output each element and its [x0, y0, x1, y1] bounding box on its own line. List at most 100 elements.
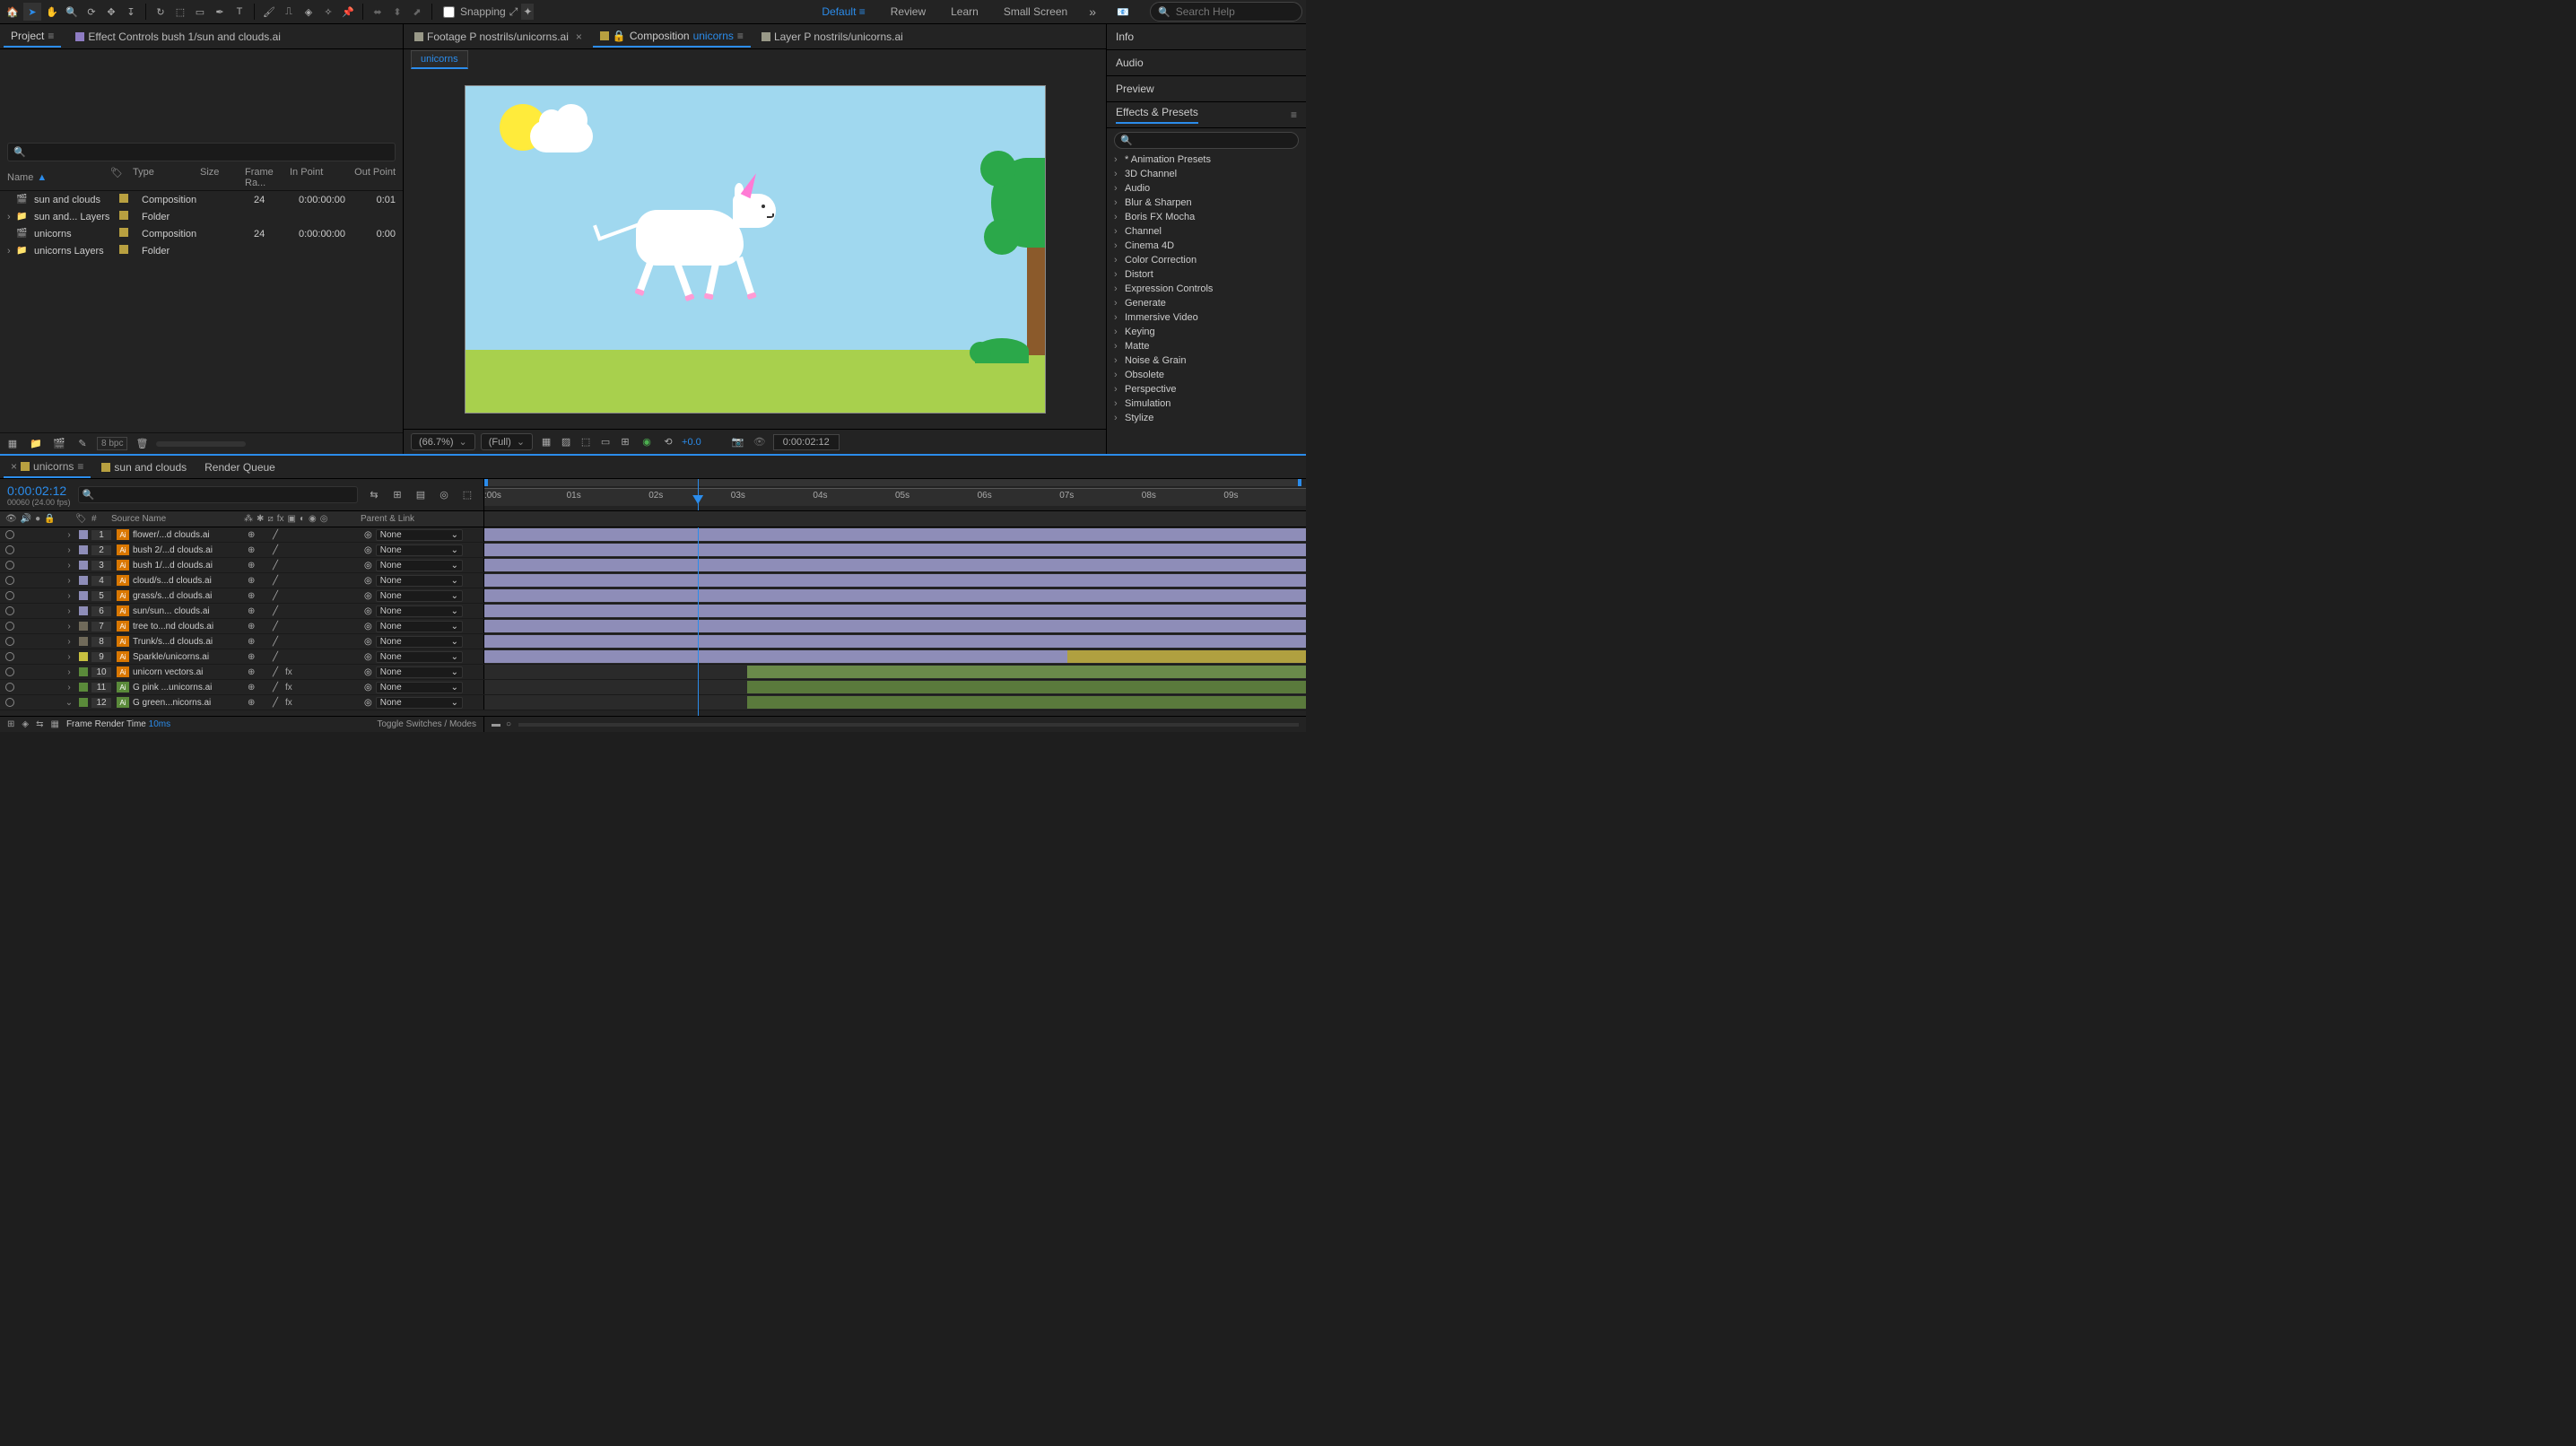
switch-icon[interactable]: ╱	[273, 545, 282, 555]
layer-bar-area[interactable]	[484, 665, 1306, 679]
color-tag-icon[interactable]	[119, 211, 128, 220]
tag-col-icon[interactable]: 🏷	[75, 514, 91, 524]
col-name[interactable]: Name	[7, 172, 33, 183]
switch-icon[interactable]: ⊕	[248, 561, 257, 571]
pickwhip-icon[interactable]: ◎	[364, 561, 372, 571]
switch-icon[interactable]: ⊕	[248, 637, 257, 647]
grid-icon[interactable]: ▭	[597, 435, 614, 449]
switch-icon[interactable]: ⊕	[248, 530, 257, 540]
eraser-tool-icon[interactable]: ◈	[300, 3, 318, 21]
channel-icon[interactable]: ⊞	[617, 435, 633, 449]
project-row[interactable]: ›📁sun and... LayersFolder	[0, 208, 403, 225]
col-parent[interactable]: Parent & Link	[361, 514, 459, 524]
switch-icon[interactable]: ⊕	[248, 545, 257, 555]
folder-icon[interactable]: 📁	[27, 435, 45, 453]
layer-color-label[interactable]	[79, 637, 88, 646]
twirl-icon[interactable]: ›	[63, 545, 75, 555]
tab-effect-controls[interactable]: Effect Controls bush 1/sun and clouds.ai	[68, 27, 288, 47]
clone-tool-icon[interactable]: ⎍	[280, 3, 298, 21]
pickwhip-icon[interactable]: ◎	[364, 591, 372, 601]
visibility-toggle[interactable]	[5, 637, 14, 646]
twirl-icon[interactable]: ›	[63, 576, 75, 586]
visibility-toggle[interactable]	[5, 545, 14, 554]
layer-name[interactable]: grass/s...d clouds.ai	[133, 591, 248, 601]
twirl-icon[interactable]: ›	[63, 652, 75, 662]
color-tag-icon[interactable]	[119, 228, 128, 237]
project-search[interactable]: 🔍	[7, 143, 396, 161]
switch-icon[interactable]: ⊕	[248, 667, 257, 677]
orbit-tool-icon[interactable]: ⟳	[83, 3, 100, 21]
effect-category[interactable]: ›Immersive Video	[1107, 310, 1306, 325]
visibility-toggle[interactable]	[5, 652, 14, 661]
resolution-dropdown[interactable]: (Full)⌄	[481, 433, 533, 450]
switch-icon[interactable]: ⊕	[248, 698, 257, 708]
tab-effects-presets[interactable]: Effects & Presets≡	[1107, 102, 1306, 128]
layer-bar-area[interactable]	[484, 543, 1306, 557]
timeline-search[interactable]: 🔍	[78, 486, 358, 503]
tab-project[interactable]: Project ≡	[4, 26, 61, 48]
timeline-tab-sunclouds[interactable]: sun and clouds	[94, 457, 194, 477]
workspace-default[interactable]: Default ≡	[818, 5, 868, 18]
toggle-switches-icon2[interactable]: ◈	[22, 719, 29, 729]
twirl-icon[interactable]: ›	[63, 591, 75, 601]
layer-bar-area[interactable]	[484, 588, 1306, 603]
timeline-tab-renderqueue[interactable]: Render Queue	[197, 457, 283, 477]
snapshot-icon[interactable]: 📷	[730, 435, 746, 449]
trash-icon[interactable]: 🗑	[133, 435, 151, 453]
timeline-layer-row[interactable]: › 1 Ai flower/...d clouds.ai ⊕╱ ◎None⌄	[0, 527, 1306, 543]
layer-color-label[interactable]	[79, 545, 88, 554]
search-help[interactable]: 🔍	[1150, 2, 1302, 22]
layer-color-label[interactable]	[79, 698, 88, 707]
snapping-toggle[interactable]: Snapping ⤢ ✦	[443, 4, 534, 20]
effect-category[interactable]: ›Obsolete	[1107, 368, 1306, 382]
effect-category[interactable]: ›Noise & Grain	[1107, 353, 1306, 368]
draft3d-icon[interactable]: ⊞	[388, 486, 406, 504]
home-icon[interactable]: 🏠	[4, 3, 22, 21]
parent-dropdown[interactable]: None⌄	[376, 621, 463, 632]
audio-col-icon[interactable]: 🔊	[21, 514, 31, 524]
switch-icon[interactable]: ╱	[273, 698, 282, 708]
layer-bar-area[interactable]	[484, 527, 1306, 542]
reset-exp-icon[interactable]: ⟲	[660, 435, 676, 449]
twirl-icon[interactable]: ›	[63, 561, 75, 571]
layer-name[interactable]: cloud/s...d clouds.ai	[133, 576, 248, 586]
parent-dropdown[interactable]: None⌄	[376, 651, 463, 663]
layer-bar-area[interactable]	[484, 604, 1306, 618]
effect-category[interactable]: ›Channel	[1107, 224, 1306, 239]
twirl-icon[interactable]: ⌄	[63, 698, 75, 708]
effect-category[interactable]: ›Stylize	[1107, 411, 1306, 425]
timeline-ruler[interactable]: :00s01s02s03s04s05s06s07s08s09s	[484, 479, 1306, 510]
timeline-layer-row[interactable]: › 5 Ai grass/s...d clouds.ai ⊕╱ ◎None⌄	[0, 588, 1306, 604]
workspace-learn[interactable]: Learn	[947, 5, 982, 18]
snap-opt-icon[interactable]: ⤢	[509, 5, 518, 19]
layer-color-label[interactable]	[79, 530, 88, 539]
layer-bar-area[interactable]	[484, 573, 1306, 588]
color-tag-icon[interactable]	[119, 194, 128, 203]
hand-tool-icon[interactable]: ✋	[43, 3, 61, 21]
layer-color-label[interactable]	[79, 591, 88, 600]
parent-dropdown[interactable]: None⌄	[376, 590, 463, 602]
twirl-icon[interactable]: ›	[63, 637, 75, 647]
pickwhip-icon[interactable]: ◎	[364, 683, 372, 693]
show-snapshot-icon[interactable]: 👁	[752, 435, 768, 449]
toggle-switches-modes[interactable]: Toggle Switches / Modes	[377, 719, 476, 729]
timeline-layer-row[interactable]: › 2 Ai bush 2/...d clouds.ai ⊕╱ ◎None⌄	[0, 543, 1306, 558]
snap-opt2-icon[interactable]: ✦	[521, 4, 534, 20]
visibility-toggle[interactable]	[5, 606, 14, 615]
layer-color-label[interactable]	[79, 561, 88, 570]
parent-dropdown[interactable]: None⌄	[376, 575, 463, 587]
toggle-switches-icon[interactable]: ⊞	[7, 719, 14, 729]
switch-icon[interactable]: ╱	[273, 530, 282, 540]
timeline-layer-row[interactable]: › 7 Ai tree to...nd clouds.ai ⊕╱ ◎None⌄	[0, 619, 1306, 634]
exposure-value[interactable]: +0.0	[682, 437, 701, 448]
mask-tool-icon[interactable]: ⬚	[171, 3, 189, 21]
timeline-layer-row[interactable]: › 6 Ai sun/sun... clouds.ai ⊕╱ ◎None⌄	[0, 604, 1306, 619]
timeline-layer-row[interactable]: ⌄ 12 Ai G green...nicorns.ai ⊕╱fx ◎None⌄	[0, 695, 1306, 710]
switch-icon[interactable]: ⊕	[248, 622, 257, 632]
timeline-zoom-slider[interactable]	[518, 723, 1299, 727]
layer-bar-area[interactable]	[484, 558, 1306, 572]
layer-color-label[interactable]	[79, 683, 88, 692]
col-tag[interactable]: 🏷	[110, 167, 133, 188]
switch-icon[interactable]: ╱	[273, 606, 282, 616]
col-out[interactable]: Out Point	[339, 167, 396, 188]
